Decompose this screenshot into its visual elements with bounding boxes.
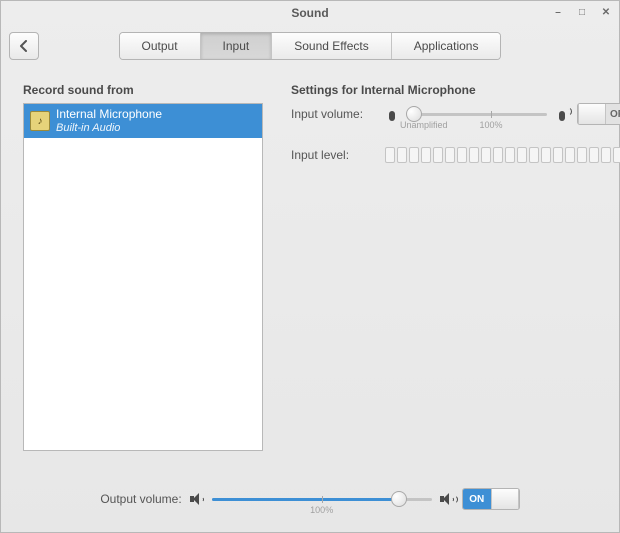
level-segment [433, 147, 443, 163]
level-segment [553, 147, 563, 163]
level-segment [385, 147, 395, 163]
device-subtitle: Built-in Audio [56, 122, 162, 135]
speaker-low-icon [190, 492, 204, 506]
device-list[interactable]: ♪ Internal Microphone Built-in Audio [23, 103, 263, 451]
input-volume-label: Input volume: [291, 107, 377, 121]
content-area: Record sound from ♪ Internal Microphone … [1, 67, 619, 478]
toggle-label: ON [463, 489, 491, 509]
device-settings-panel: Settings for Internal Microphone Input v… [291, 83, 620, 478]
level-segment [613, 147, 620, 163]
sound-card-icon: ♪ [30, 111, 50, 131]
toggle-label: OFF [606, 104, 620, 124]
level-segment [589, 147, 599, 163]
output-volume-toggle[interactable]: ON [462, 488, 520, 510]
output-volume-footer: Output volume: 100% ON [1, 478, 619, 532]
device-text: Internal Microphone Built-in Audio [56, 108, 162, 134]
level-segment [481, 147, 491, 163]
tick-100: 100% [479, 120, 502, 130]
level-segment [601, 147, 611, 163]
microphone-low-icon [385, 107, 399, 121]
level-segment [457, 147, 467, 163]
level-segment [445, 147, 455, 163]
input-volume-toggle[interactable]: OFF [577, 103, 620, 125]
record-source-panel: Record sound from ♪ Internal Microphone … [23, 83, 263, 478]
chevron-left-icon [19, 40, 29, 52]
tab-output[interactable]: Output [120, 33, 201, 59]
record-source-heading: Record sound from [23, 83, 263, 97]
input-level-row: Input level: [291, 147, 620, 163]
level-segment [565, 147, 575, 163]
tab-sound-effects[interactable]: Sound Effects [272, 33, 392, 59]
device-item-internal-microphone[interactable]: ♪ Internal Microphone Built-in Audio [24, 104, 262, 138]
level-segment [469, 147, 479, 163]
close-button[interactable]: ✕ [599, 6, 613, 20]
back-button[interactable] [9, 32, 39, 60]
level-segment [397, 147, 407, 163]
speaker-high-icon [440, 492, 454, 506]
tick-output-100: 100% [310, 505, 333, 515]
level-segment [421, 147, 431, 163]
window-controls: – □ ✕ [551, 1, 613, 25]
level-segment [577, 147, 587, 163]
level-segment [529, 147, 539, 163]
maximize-button[interactable]: □ [575, 6, 589, 20]
microphone-high-icon [555, 107, 569, 121]
window-title: Sound [291, 6, 328, 20]
tab-applications[interactable]: Applications [392, 33, 501, 59]
sound-settings-window: Sound – □ ✕ Output Input Sound Effects A… [0, 0, 620, 533]
device-name: Internal Microphone [56, 108, 162, 122]
input-volume-row: Input volume: Unamplified 100% OFF [291, 103, 620, 125]
tab-strip: Output Input Sound Effects Applications [119, 32, 502, 60]
tab-input[interactable]: Input [201, 33, 273, 59]
level-segment [505, 147, 515, 163]
level-segment [541, 147, 551, 163]
level-segment [493, 147, 503, 163]
input-volume-slider[interactable]: Unamplified 100% [407, 104, 547, 124]
level-segment [517, 147, 527, 163]
toolbar: Output Input Sound Effects Applications [1, 25, 619, 67]
input-level-meter [385, 147, 620, 163]
input-level-label: Input level: [291, 148, 377, 162]
output-volume-slider[interactable]: 100% [212, 489, 432, 509]
titlebar: Sound – □ ✕ [1, 1, 619, 25]
tick-unamplified: Unamplified [400, 120, 448, 130]
output-volume-label: Output volume: [100, 492, 181, 506]
level-segment [409, 147, 419, 163]
settings-heading: Settings for Internal Microphone [291, 83, 620, 97]
minimize-button[interactable]: – [551, 6, 565, 20]
